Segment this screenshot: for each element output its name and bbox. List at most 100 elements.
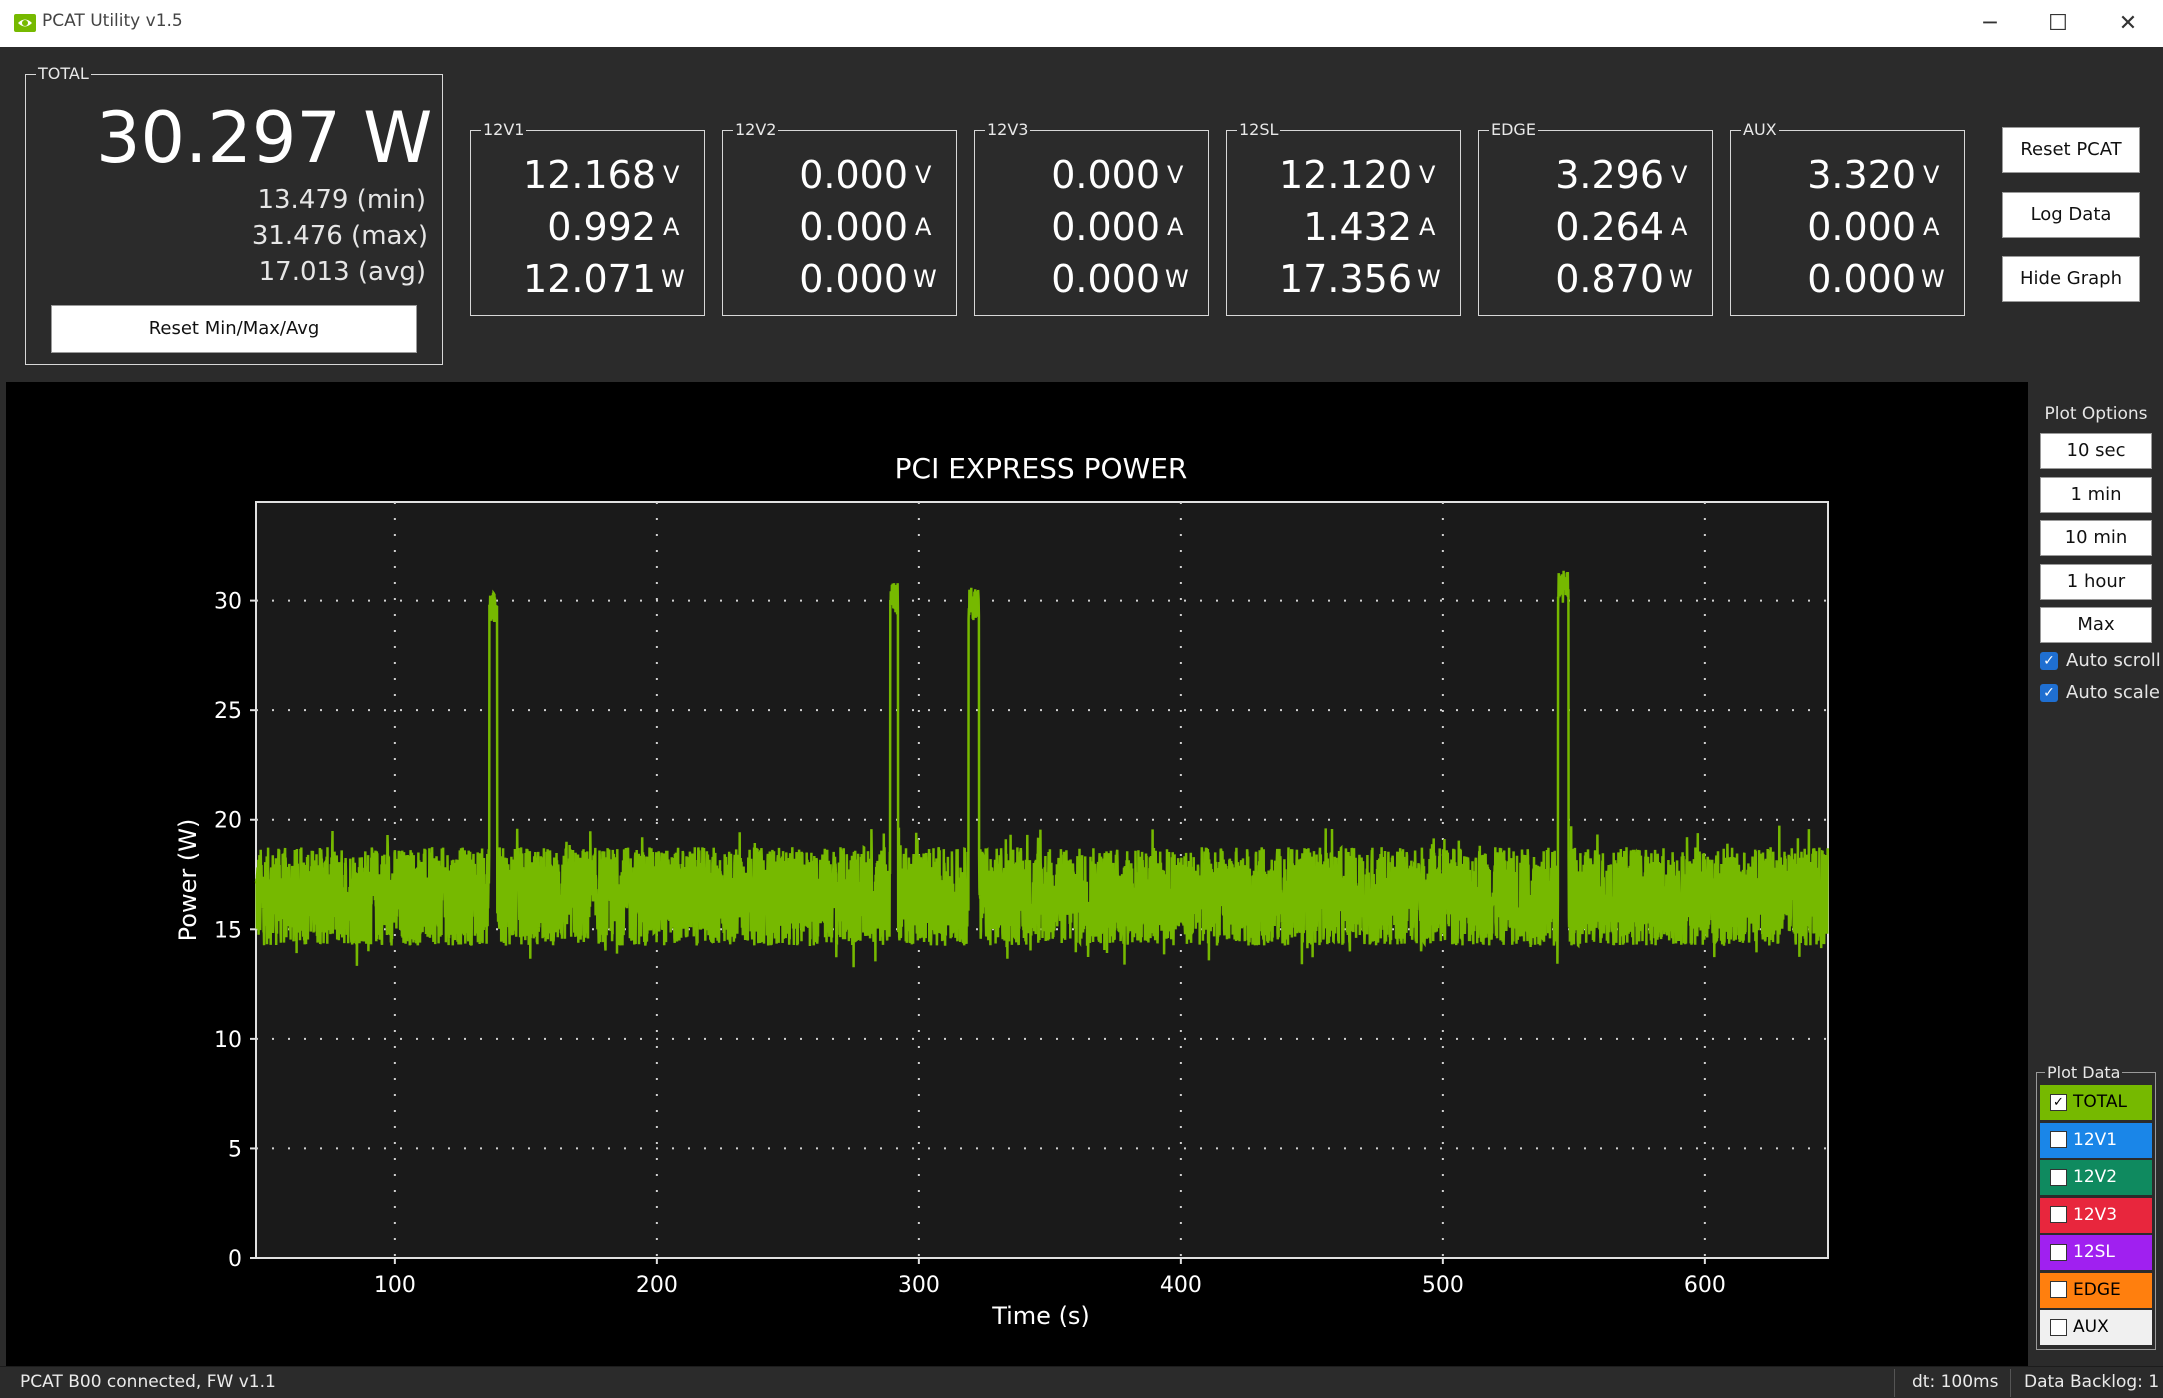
auto-scroll-checkbox[interactable]: ✓ Auto scroll (2040, 650, 2161, 676)
rail-volts: 12.168 (523, 153, 656, 197)
watts-unit: W (1921, 265, 1945, 293)
watts-unit: W (913, 265, 937, 293)
plot-data-item-total[interactable]: ✓ TOTAL (2040, 1085, 2152, 1120)
plot-data-item-label: 12SL (2073, 1242, 2115, 1262)
rail-amps: 0.000 (799, 205, 908, 249)
rail-watts: 17.356 (1279, 257, 1412, 301)
data-backlog-status: Data Backlog: 1 (2024, 1372, 2160, 1392)
window-title: PCAT Utility v1.5 (42, 11, 183, 31)
checkbox-checked-icon: ✓ (2050, 1093, 2067, 1111)
x-tick-label: 400 (1160, 1273, 1202, 1298)
plot-data-item-label: AUX (2073, 1317, 2109, 1337)
auto-scale-checkbox[interactable]: ✓ Auto scale (2040, 682, 2160, 708)
y-tick-label: 20 (214, 809, 242, 834)
log-data-button[interactable]: Log Data (2002, 192, 2140, 238)
rail-watts: 0.000 (1051, 257, 1160, 301)
plot-data-item-12v3[interactable]: 12V3 (2040, 1197, 2152, 1233)
rail-watts: 0.000 (1807, 257, 1916, 301)
total-min-readout: 13.479 (min) (257, 185, 426, 215)
total-group-label: TOTAL (36, 64, 91, 84)
rail-group-aux: AUX 3.320 V 0.000 A 0.000 W (1730, 120, 1965, 316)
x-tick-label: 500 (1422, 1273, 1464, 1298)
rail-group-12v2: 12V2 0.000 V 0.000 A 0.000 W (722, 120, 957, 316)
rail-amps: 0.992 (547, 205, 656, 249)
total-avg-readout: 17.013 (avg) (258, 257, 426, 287)
plot-data-item-12v1[interactable]: 12V1 (2040, 1122, 2152, 1158)
rail-label: AUX (1741, 120, 1779, 140)
volts-unit: V (1167, 161, 1184, 189)
rail-label: 12V3 (985, 120, 1031, 140)
checkbox-icon (2050, 1131, 2067, 1148)
volts-unit: V (1671, 161, 1688, 189)
watts-unit: W (1165, 265, 1189, 293)
chart-title: PCI EXPRESS POWER (895, 452, 1188, 485)
volts-unit: V (663, 161, 680, 189)
checkmark-icon: ✓ (2040, 652, 2058, 670)
amps-unit: A (915, 213, 932, 241)
range-10min-button[interactable]: 10 min (2040, 520, 2152, 556)
checkbox-icon (2050, 1206, 2067, 1223)
plot-data-item-label: EDGE (2073, 1279, 2121, 1300)
x-axis-label: Time (s) (991, 1302, 1090, 1330)
rail-group-12v3: 12V3 0.000 V 0.000 A 0.000 W (974, 120, 1209, 316)
graph-area: PCI EXPRESS POWER 100 200 300 400 500 600 0 5 10… (6, 382, 2028, 1366)
amps-unit: A (1671, 213, 1688, 241)
connection-status: PCAT B00 connected, FW v1.1 (20, 1372, 276, 1392)
rail-label: 12V2 (733, 120, 779, 140)
checkmark-icon: ✓ (2040, 684, 2058, 702)
total-max-readout: 31.476 (max) (251, 221, 428, 251)
amps-unit: A (1167, 213, 1184, 241)
rail-watts: 0.000 (799, 257, 908, 301)
rail-volts: 12.120 (1279, 153, 1412, 197)
range-max-button[interactable]: Max (2040, 607, 2152, 643)
rail-amps: 1.432 (1303, 205, 1412, 249)
status-divider (1894, 1369, 1895, 1397)
x-tick-label: 100 (374, 1273, 416, 1298)
hide-graph-button[interactable]: Hide Graph (2002, 256, 2140, 302)
amps-unit: A (663, 213, 680, 241)
checkbox-icon (2050, 1281, 2067, 1298)
plot-data-item-12v2[interactable]: 12V2 (2040, 1160, 2152, 1195)
y-tick-label: 30 (214, 590, 242, 615)
x-tick-label: 300 (898, 1273, 940, 1298)
plot-data-item-12sl[interactable]: 12SL (2040, 1235, 2152, 1270)
y-tick-label: 15 (214, 918, 242, 943)
rail-volts: 3.296 (1555, 153, 1664, 197)
status-bar: PCAT B00 connected, FW v1.1 dt: 100ms Da… (0, 1366, 2163, 1398)
y-tick-label: 10 (214, 1028, 242, 1053)
watts-unit: W (1417, 265, 1441, 293)
rail-group-12sl: 12SL 12.120 V 1.432 A 17.356 W (1226, 120, 1461, 316)
rail-amps: 0.264 (1555, 205, 1664, 249)
total-power-readout: 30.297 W (96, 97, 433, 179)
title-bar: PCAT Utility v1.5 ─ ☐ ✕ (0, 0, 2163, 47)
plot-data-item-edge[interactable]: EDGE (2040, 1272, 2152, 1308)
x-tick-label: 200 (636, 1273, 678, 1298)
auto-scale-label: Auto scale (2066, 682, 2160, 703)
reset-pcat-button[interactable]: Reset PCAT (2002, 127, 2140, 173)
checkbox-icon (2050, 1318, 2067, 1336)
checkbox-icon (2050, 1243, 2067, 1261)
x-tick-label: 600 (1684, 1273, 1726, 1298)
watts-unit: W (661, 265, 685, 293)
rail-watts: 12.071 (523, 257, 656, 301)
reset-min-max-avg-button[interactable]: Reset Min/Max/Avg (51, 305, 417, 353)
range-10sec-button[interactable]: 10 sec (2040, 433, 2152, 469)
checkbox-icon (2050, 1168, 2067, 1186)
maximize-icon[interactable]: ☐ (2028, 8, 2088, 40)
rail-amps: 0.000 (1807, 205, 1916, 249)
plot-data-item-label: 12V2 (2073, 1167, 2118, 1187)
rail-volts: 0.000 (799, 153, 908, 197)
rail-label: 12SL (1237, 120, 1281, 140)
plot-data-item-label: TOTAL (2073, 1092, 2127, 1112)
minimize-icon[interactable]: ─ (1960, 8, 2020, 40)
rail-volts: 0.000 (1051, 153, 1160, 197)
rail-amps: 0.000 (1051, 205, 1160, 249)
amps-unit: A (1923, 213, 1940, 241)
plot-data-item-aux[interactable]: AUX (2040, 1310, 2152, 1345)
amps-unit: A (1419, 213, 1436, 241)
rail-volts: 3.320 (1807, 153, 1916, 197)
range-1min-button[interactable]: 1 min (2040, 477, 2152, 513)
volts-unit: V (915, 161, 932, 189)
range-1hour-button[interactable]: 1 hour (2040, 564, 2152, 600)
close-icon[interactable]: ✕ (2098, 8, 2158, 40)
